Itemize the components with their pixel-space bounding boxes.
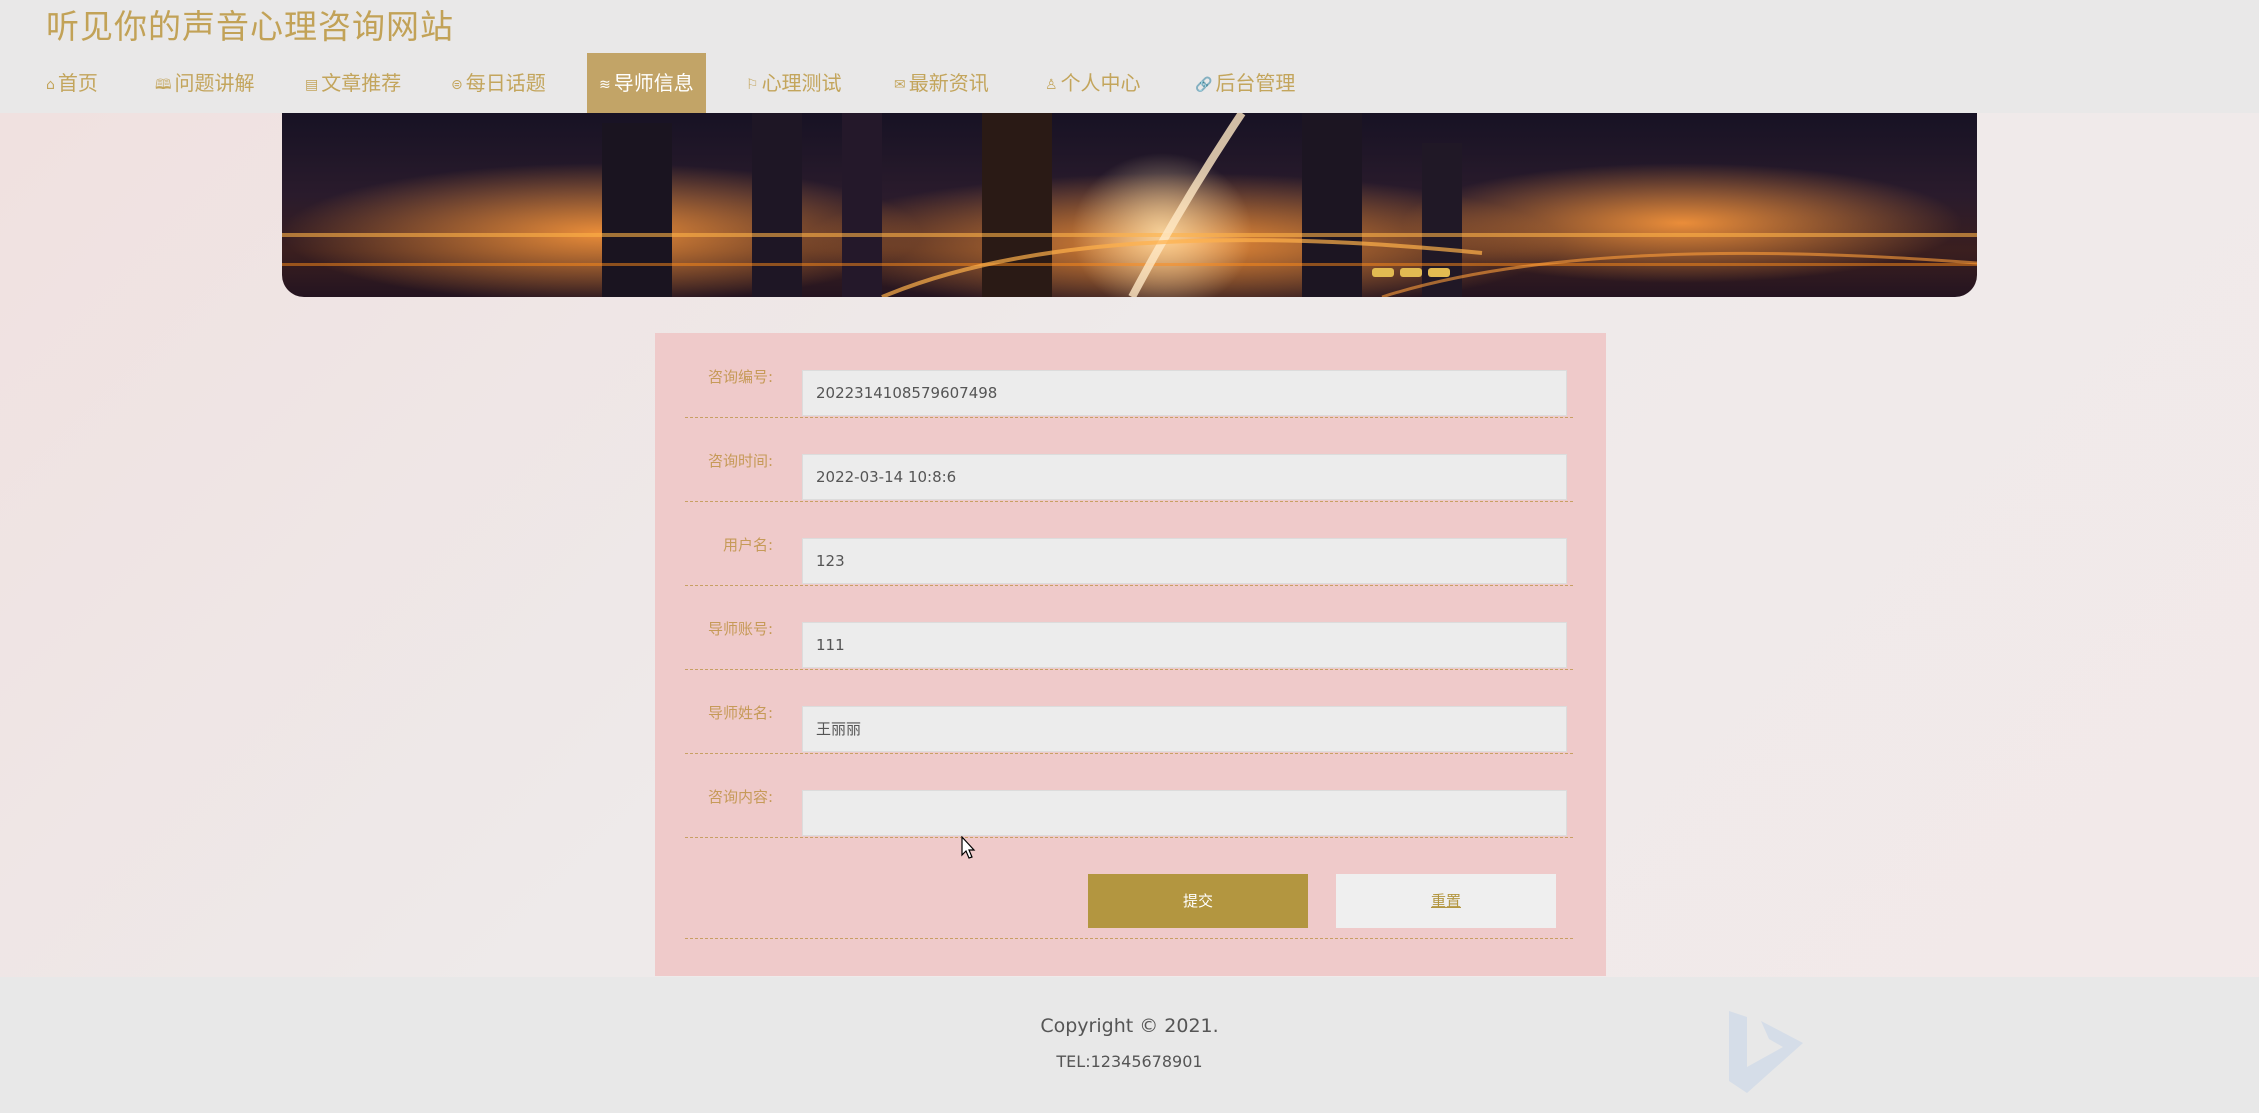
tel-text: TEL:12345678901 xyxy=(1056,1052,1203,1071)
footer: Copyright © 2021. TEL:12345678901 xyxy=(0,977,2259,1113)
nav-item-psych-test[interactable]: ⚐ 心理测试 xyxy=(746,53,842,113)
carousel-dot[interactable] xyxy=(1400,268,1422,277)
field-label: 咨询时间: xyxy=(707,452,773,470)
consult-id-field[interactable]: 2022314108579607498 xyxy=(802,370,1567,416)
mail-icon: ✉ xyxy=(894,77,906,93)
banner-image xyxy=(282,113,1977,297)
link-icon: 🔗 xyxy=(1195,77,1213,93)
nav-item-questions[interactable]: 🕮 问题讲解 xyxy=(155,53,255,113)
user-icon: ♙ xyxy=(1045,77,1058,93)
header: 听见你的声音心理咨询网站 ⌂ 首页 🕮 问题讲解 ▤ 文章推荐 ⊜ 每日话题 ≋ 导师信息… xyxy=(0,0,2259,113)
reset-button[interactable]: 重置 xyxy=(1336,874,1556,928)
carousel-dot[interactable] xyxy=(1428,268,1450,277)
consult-content-field[interactable] xyxy=(802,790,1567,836)
nav-item-daily-topics[interactable]: ⊜ 每日话题 xyxy=(451,53,546,113)
bing-logo-icon xyxy=(1729,1011,1803,1093)
field-label: 咨询内容: xyxy=(707,788,773,806)
form-row-mentor-name: 导师姓名: 王丽丽 xyxy=(685,669,1573,754)
book-icon: 🕮 xyxy=(155,77,172,93)
mouse-cursor-icon xyxy=(961,836,976,859)
document-icon: ▤ xyxy=(305,77,319,93)
nav-item-mentors[interactable]: ≋ 导师信息 xyxy=(587,53,706,113)
field-label: 用户名: xyxy=(722,536,773,554)
mentor-name-field[interactable]: 王丽丽 xyxy=(802,706,1567,752)
nav-item-news[interactable]: ✉ 最新资讯 xyxy=(894,53,989,113)
form-row-consult-content: 咨询内容: xyxy=(685,753,1573,838)
mentor-account-field[interactable]: 111 xyxy=(802,622,1567,668)
flag-icon: ⚐ xyxy=(746,77,759,93)
form-row-consult-id: 咨询编号: 2022314108579607498 xyxy=(685,333,1573,418)
nav-item-admin[interactable]: 🔗 后台管理 xyxy=(1195,53,1295,113)
divider xyxy=(685,938,1573,939)
submit-button[interactable]: 提交 xyxy=(1088,874,1308,928)
copyright-text: Copyright © 2021. xyxy=(1040,1015,1219,1037)
nav-item-articles[interactable]: ▤ 文章推荐 xyxy=(305,53,401,113)
username-field[interactable]: 123 xyxy=(802,538,1567,584)
chat-icon: ⊜ xyxy=(451,77,463,93)
field-label: 咨询编号: xyxy=(707,368,773,386)
nav-item-profile[interactable]: ♙ 个人中心 xyxy=(1045,53,1141,113)
field-label: 导师姓名: xyxy=(707,704,773,722)
consult-time-field[interactable]: 2022-03-14 10:8:6 xyxy=(802,454,1567,500)
home-icon: ⌂ xyxy=(46,77,55,93)
layers-icon: ≋ xyxy=(599,77,611,93)
city-night-image xyxy=(282,113,1977,297)
form-row-username: 用户名: 123 xyxy=(685,501,1573,586)
form-row-mentor-account: 导师账号: 111 xyxy=(685,585,1573,670)
field-label: 导师账号: xyxy=(707,620,773,638)
main-nav: ⌂ 首页 🕮 问题讲解 ▤ 文章推荐 ⊜ 每日话题 ≋ 导师信息 ⚐ 心理测试 ✉ 最新资讯 … xyxy=(0,53,2259,113)
site-title: 听见你的声音心理咨询网站 xyxy=(46,7,454,46)
form-row-consult-time: 咨询时间: 2022-03-14 10:8:6 xyxy=(685,417,1573,502)
carousel-dot[interactable] xyxy=(1372,268,1394,277)
consultation-form: 咨询编号: 2022314108579607498 咨询时间: 2022-03-… xyxy=(655,333,1606,976)
nav-item-home[interactable]: ⌂ 首页 xyxy=(46,53,98,113)
carousel-indicators[interactable] xyxy=(1372,262,1456,281)
